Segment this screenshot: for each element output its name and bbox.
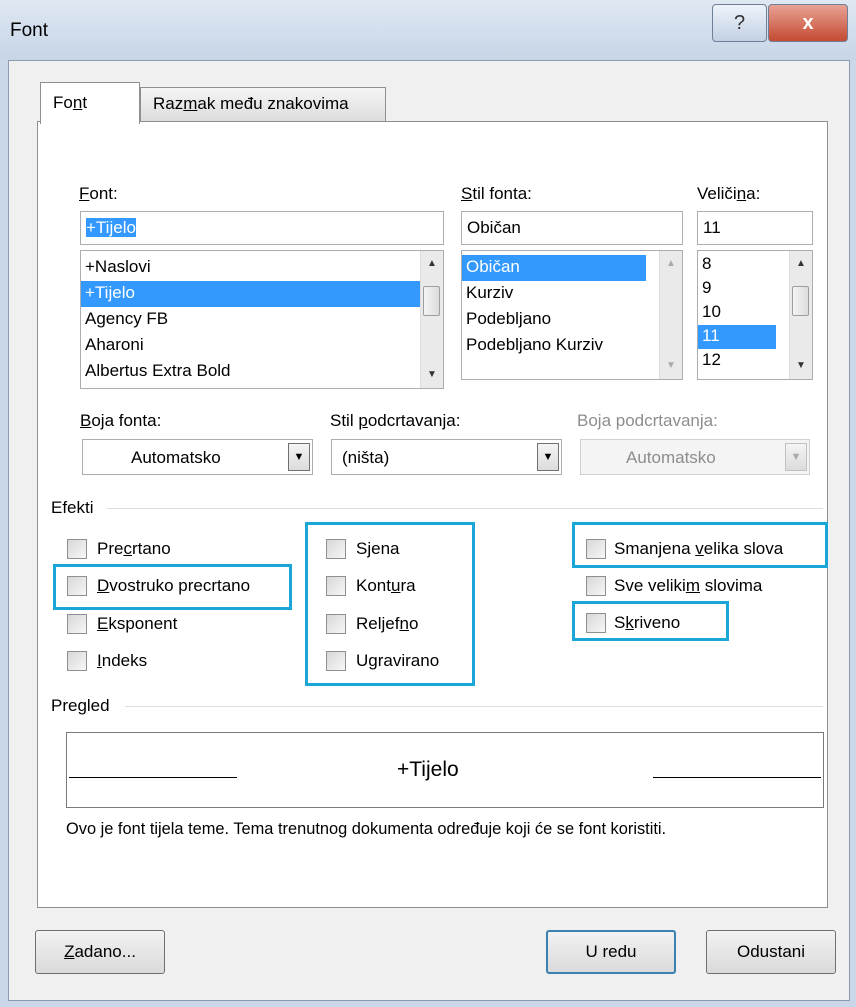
checkbox-superscript[interactable]: [67, 614, 87, 634]
font-color-dropdown[interactable]: Automatsko ▼: [82, 439, 313, 475]
preview-box: +Tijelo: [66, 732, 824, 808]
scroll-up-icon[interactable]: ▲: [790, 253, 812, 275]
highlight-box-double-strikethrough: [53, 564, 292, 610]
window-title: Font: [10, 20, 49, 41]
tab-font[interactable]: Font: [40, 82, 140, 124]
font-dialog-window: Font ? x Font Razmak među znakovima Font…: [0, 0, 856, 1007]
cancel-button[interactable]: Odustani: [706, 930, 836, 974]
underline-style-dropdown[interactable]: (ništa) ▼: [331, 439, 562, 475]
close-button[interactable]: x: [768, 4, 848, 42]
effects-group-title: Efekti: [51, 498, 94, 517]
underline-color-dropdown: Automatsko ▼: [580, 439, 810, 475]
strikethrough-label[interactable]: Precrtano: [97, 539, 171, 559]
list-item[interactable]: Kurziv: [462, 281, 682, 307]
list-item[interactable]: Običan: [462, 255, 646, 281]
highlight-box-small-caps: [572, 522, 828, 568]
preview-description: Ovo je font tijela teme. Tema trenutnog …: [66, 820, 667, 838]
chevron-down-icon: ▼: [785, 443, 807, 471]
font-color-label: Boja fonta:: [80, 411, 162, 430]
list-item[interactable]: +Tijelo: [81, 281, 421, 307]
title-bar: Font ? x: [0, 0, 856, 60]
scroll-thumb[interactable]: [423, 286, 440, 316]
list-item[interactable]: Agency FB: [81, 307, 443, 333]
set-default-button[interactable]: Zadano...: [35, 930, 165, 974]
highlight-box-hidden: [572, 601, 729, 641]
list-item[interactable]: 11: [698, 325, 776, 349]
size-input[interactable]: 11: [697, 211, 813, 245]
scroll-thumb[interactable]: [792, 286, 809, 316]
help-icon: ?: [733, 11, 746, 34]
help-button[interactable]: ?: [712, 4, 767, 42]
size-list[interactable]: 8 9 10 11 12 ▲ ▼: [697, 250, 813, 380]
close-icon: x: [802, 11, 814, 34]
font-list-scrollbar[interactable]: ▲ ▼: [420, 251, 443, 388]
style-input[interactable]: Običan: [461, 211, 683, 245]
scroll-down-icon[interactable]: ▼: [790, 355, 812, 377]
chevron-down-icon[interactable]: ▼: [288, 443, 310, 471]
scroll-up-icon[interactable]: ▲: [660, 253, 682, 275]
scroll-down-icon[interactable]: ▼: [660, 355, 682, 377]
checkbox-subscript[interactable]: [67, 651, 87, 671]
scroll-up-icon[interactable]: ▲: [421, 253, 443, 275]
style-label: Stil fonta:: [461, 184, 532, 203]
font-input[interactable]: +Tijelo: [80, 211, 444, 245]
checkbox-all-caps[interactable]: [586, 576, 606, 596]
preview-sample-text: +Tijelo: [397, 758, 459, 781]
font-label: Font:: [79, 184, 118, 203]
subscript-label[interactable]: Indeks: [97, 651, 147, 671]
preview-rule-left: [69, 777, 237, 778]
ok-button[interactable]: U redu: [546, 930, 676, 974]
underline-color-label: Boja podcrtavanja:: [577, 411, 718, 430]
list-item[interactable]: Podebljano: [462, 307, 682, 333]
divider: [125, 706, 823, 707]
scroll-down-icon[interactable]: ▼: [421, 364, 443, 386]
font-list[interactable]: +Naslovi +Tijelo Agency FB Aharoni Alber…: [80, 250, 444, 389]
all-caps-label[interactable]: Sve velikim slovima: [614, 576, 762, 596]
tab-character-spacing[interactable]: Razmak među znakovima: [140, 87, 386, 122]
style-list-scrollbar[interactable]: ▲ ▼: [659, 251, 682, 379]
chevron-down-icon[interactable]: ▼: [537, 443, 559, 471]
size-list-scrollbar[interactable]: ▲ ▼: [789, 251, 812, 379]
preview-rule-right: [653, 777, 821, 778]
list-item[interactable]: Aharoni: [81, 333, 443, 359]
checkbox-strikethrough[interactable]: [67, 539, 87, 559]
superscript-label[interactable]: Eksponent: [97, 614, 177, 634]
style-list[interactable]: Običan Kurziv Podebljano Podebljano Kurz…: [461, 250, 683, 380]
highlight-box-shadow-group: [305, 522, 475, 686]
underline-style-label: Stil podcrtavanja:: [330, 411, 461, 430]
size-label: Veličina:: [697, 184, 761, 203]
list-item[interactable]: Podebljano Kurziv: [462, 333, 682, 359]
divider: [107, 508, 823, 509]
preview-group-title: Pregled: [51, 696, 110, 715]
list-item[interactable]: Albertus Extra Bold: [81, 359, 443, 385]
list-item[interactable]: +Naslovi: [81, 255, 443, 281]
